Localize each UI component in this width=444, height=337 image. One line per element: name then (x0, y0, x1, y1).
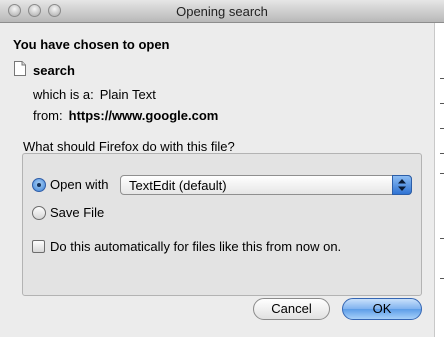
application-select-value: TextEdit (default) (129, 178, 227, 193)
action-group: Open with TextEdit (default) Save File D… (22, 153, 422, 296)
dialog-heading: You have chosen to open (13, 37, 170, 52)
ok-button[interactable]: OK (342, 298, 422, 320)
file-type-value: Plain Text (99, 87, 156, 102)
file-source-value: https://www.google.com (68, 108, 219, 123)
auto-action-checkbox[interactable] (32, 240, 45, 253)
file-type-label: which is a: (33, 87, 94, 102)
updown-arrows-icon (392, 175, 412, 195)
background-window-strip (434, 23, 444, 337)
file-source-label: from: (33, 108, 63, 123)
download-dialog: You have chosen to open search which is … (0, 23, 434, 337)
auto-action-label[interactable]: Do this automatically for files like thi… (50, 239, 341, 254)
application-select[interactable]: TextEdit (default) (120, 175, 412, 195)
file-source-row: from: https://www.google.com (33, 108, 218, 123)
document-icon (14, 61, 26, 76)
cancel-button[interactable]: Cancel (253, 298, 330, 320)
save-file-radio[interactable] (32, 206, 46, 220)
open-with-radio[interactable] (32, 178, 46, 192)
action-question: What should Firefox do with this file? (23, 139, 235, 154)
window-title: Opening search (176, 4, 268, 19)
save-file-label[interactable]: Save File (50, 205, 104, 220)
title-bar: Opening search (0, 0, 444, 23)
file-type-row: which is a: Plain Text (33, 87, 156, 102)
open-with-label[interactable]: Open with (50, 177, 109, 192)
file-name: search (33, 63, 75, 78)
